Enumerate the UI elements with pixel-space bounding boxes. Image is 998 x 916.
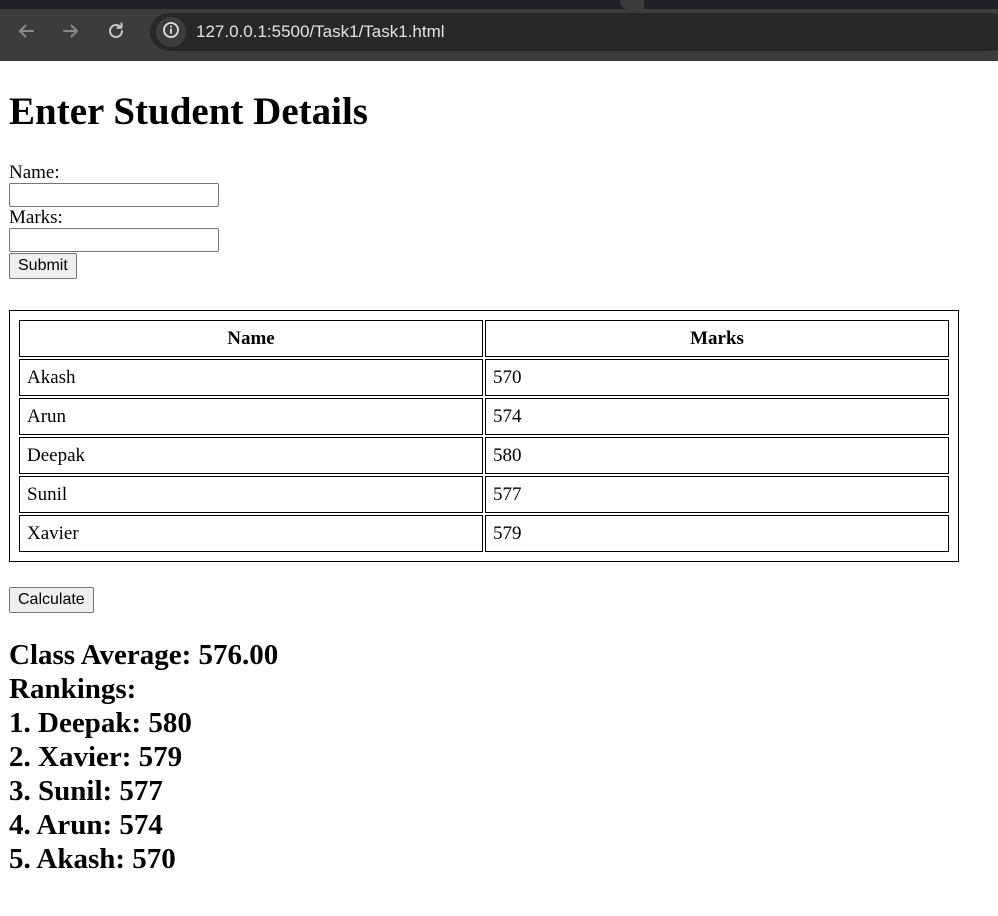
info-icon	[162, 21, 180, 44]
name-input[interactable]	[9, 183, 219, 207]
submit-button[interactable]: Submit	[9, 253, 77, 279]
student-marks-cell: 580	[485, 437, 949, 474]
ranking-item: 4. Arun: 574	[9, 809, 163, 841]
table-row: Akash 570	[19, 359, 949, 396]
name-label: Name:	[9, 162, 60, 183]
table-row: Deepak 580	[19, 437, 949, 474]
page-title: Enter Student Details	[9, 90, 368, 133]
arrow-right-icon	[61, 21, 81, 41]
table-row: Sunil 577	[19, 476, 949, 513]
reload-icon	[106, 21, 126, 41]
class-average-text: Class Average: 576.00	[9, 639, 279, 671]
rankings-title: Rankings:	[9, 673, 137, 705]
address-bar[interactable]: 127.0.0.1:5500/Task1/Task1.html	[150, 13, 998, 51]
student-name-cell: Sunil	[19, 476, 483, 513]
ranking-item: 5. Akash: 570	[9, 843, 176, 875]
student-marks-cell: 577	[485, 476, 949, 513]
student-name-cell: Xavier	[19, 515, 483, 552]
marks-label: Marks:	[9, 207, 63, 228]
ranking-item: 1. Deepak: 580	[9, 707, 192, 739]
student-name-cell: Deepak	[19, 437, 483, 474]
ranking-item: 2. Xavier: 579	[9, 741, 183, 773]
arrow-left-icon	[16, 21, 36, 41]
table-row: Arun 574	[19, 398, 949, 435]
table-row: Xavier 579	[19, 515, 949, 552]
tab-edge	[620, 0, 644, 9]
name-column-header: Name	[19, 320, 483, 357]
url-text: 127.0.0.1:5500/Task1/Task1.html	[196, 22, 445, 41]
ranking-item: 3. Sunil: 577	[9, 775, 163, 807]
reload-button[interactable]	[101, 16, 131, 46]
student-marks-cell: 574	[485, 398, 949, 435]
calculate-button[interactable]: Calculate	[9, 587, 94, 613]
student-name-cell: Akash	[19, 359, 483, 396]
results-panel: Class Average: 576.00 Rankings: 1. Deepa…	[9, 638, 278, 876]
tab-strip	[0, 0, 998, 9]
site-info-button[interactable]	[156, 17, 186, 47]
marks-column-header: Marks	[485, 320, 949, 357]
table-header-row: Name Marks	[19, 320, 949, 357]
back-button[interactable]	[11, 16, 41, 46]
browser-toolbar: 127.0.0.1:5500/Task1/Task1.html	[0, 0, 998, 61]
students-table: Name Marks Akash 570 Arun 574 Deepak 580…	[9, 310, 959, 562]
marks-input[interactable]	[9, 228, 219, 252]
student-marks-cell: 579	[485, 515, 949, 552]
forward-button[interactable]	[56, 16, 86, 46]
student-form: Name: Marks: Submit	[9, 163, 219, 279]
student-name-cell: Arun	[19, 398, 483, 435]
student-marks-cell: 570	[485, 359, 949, 396]
